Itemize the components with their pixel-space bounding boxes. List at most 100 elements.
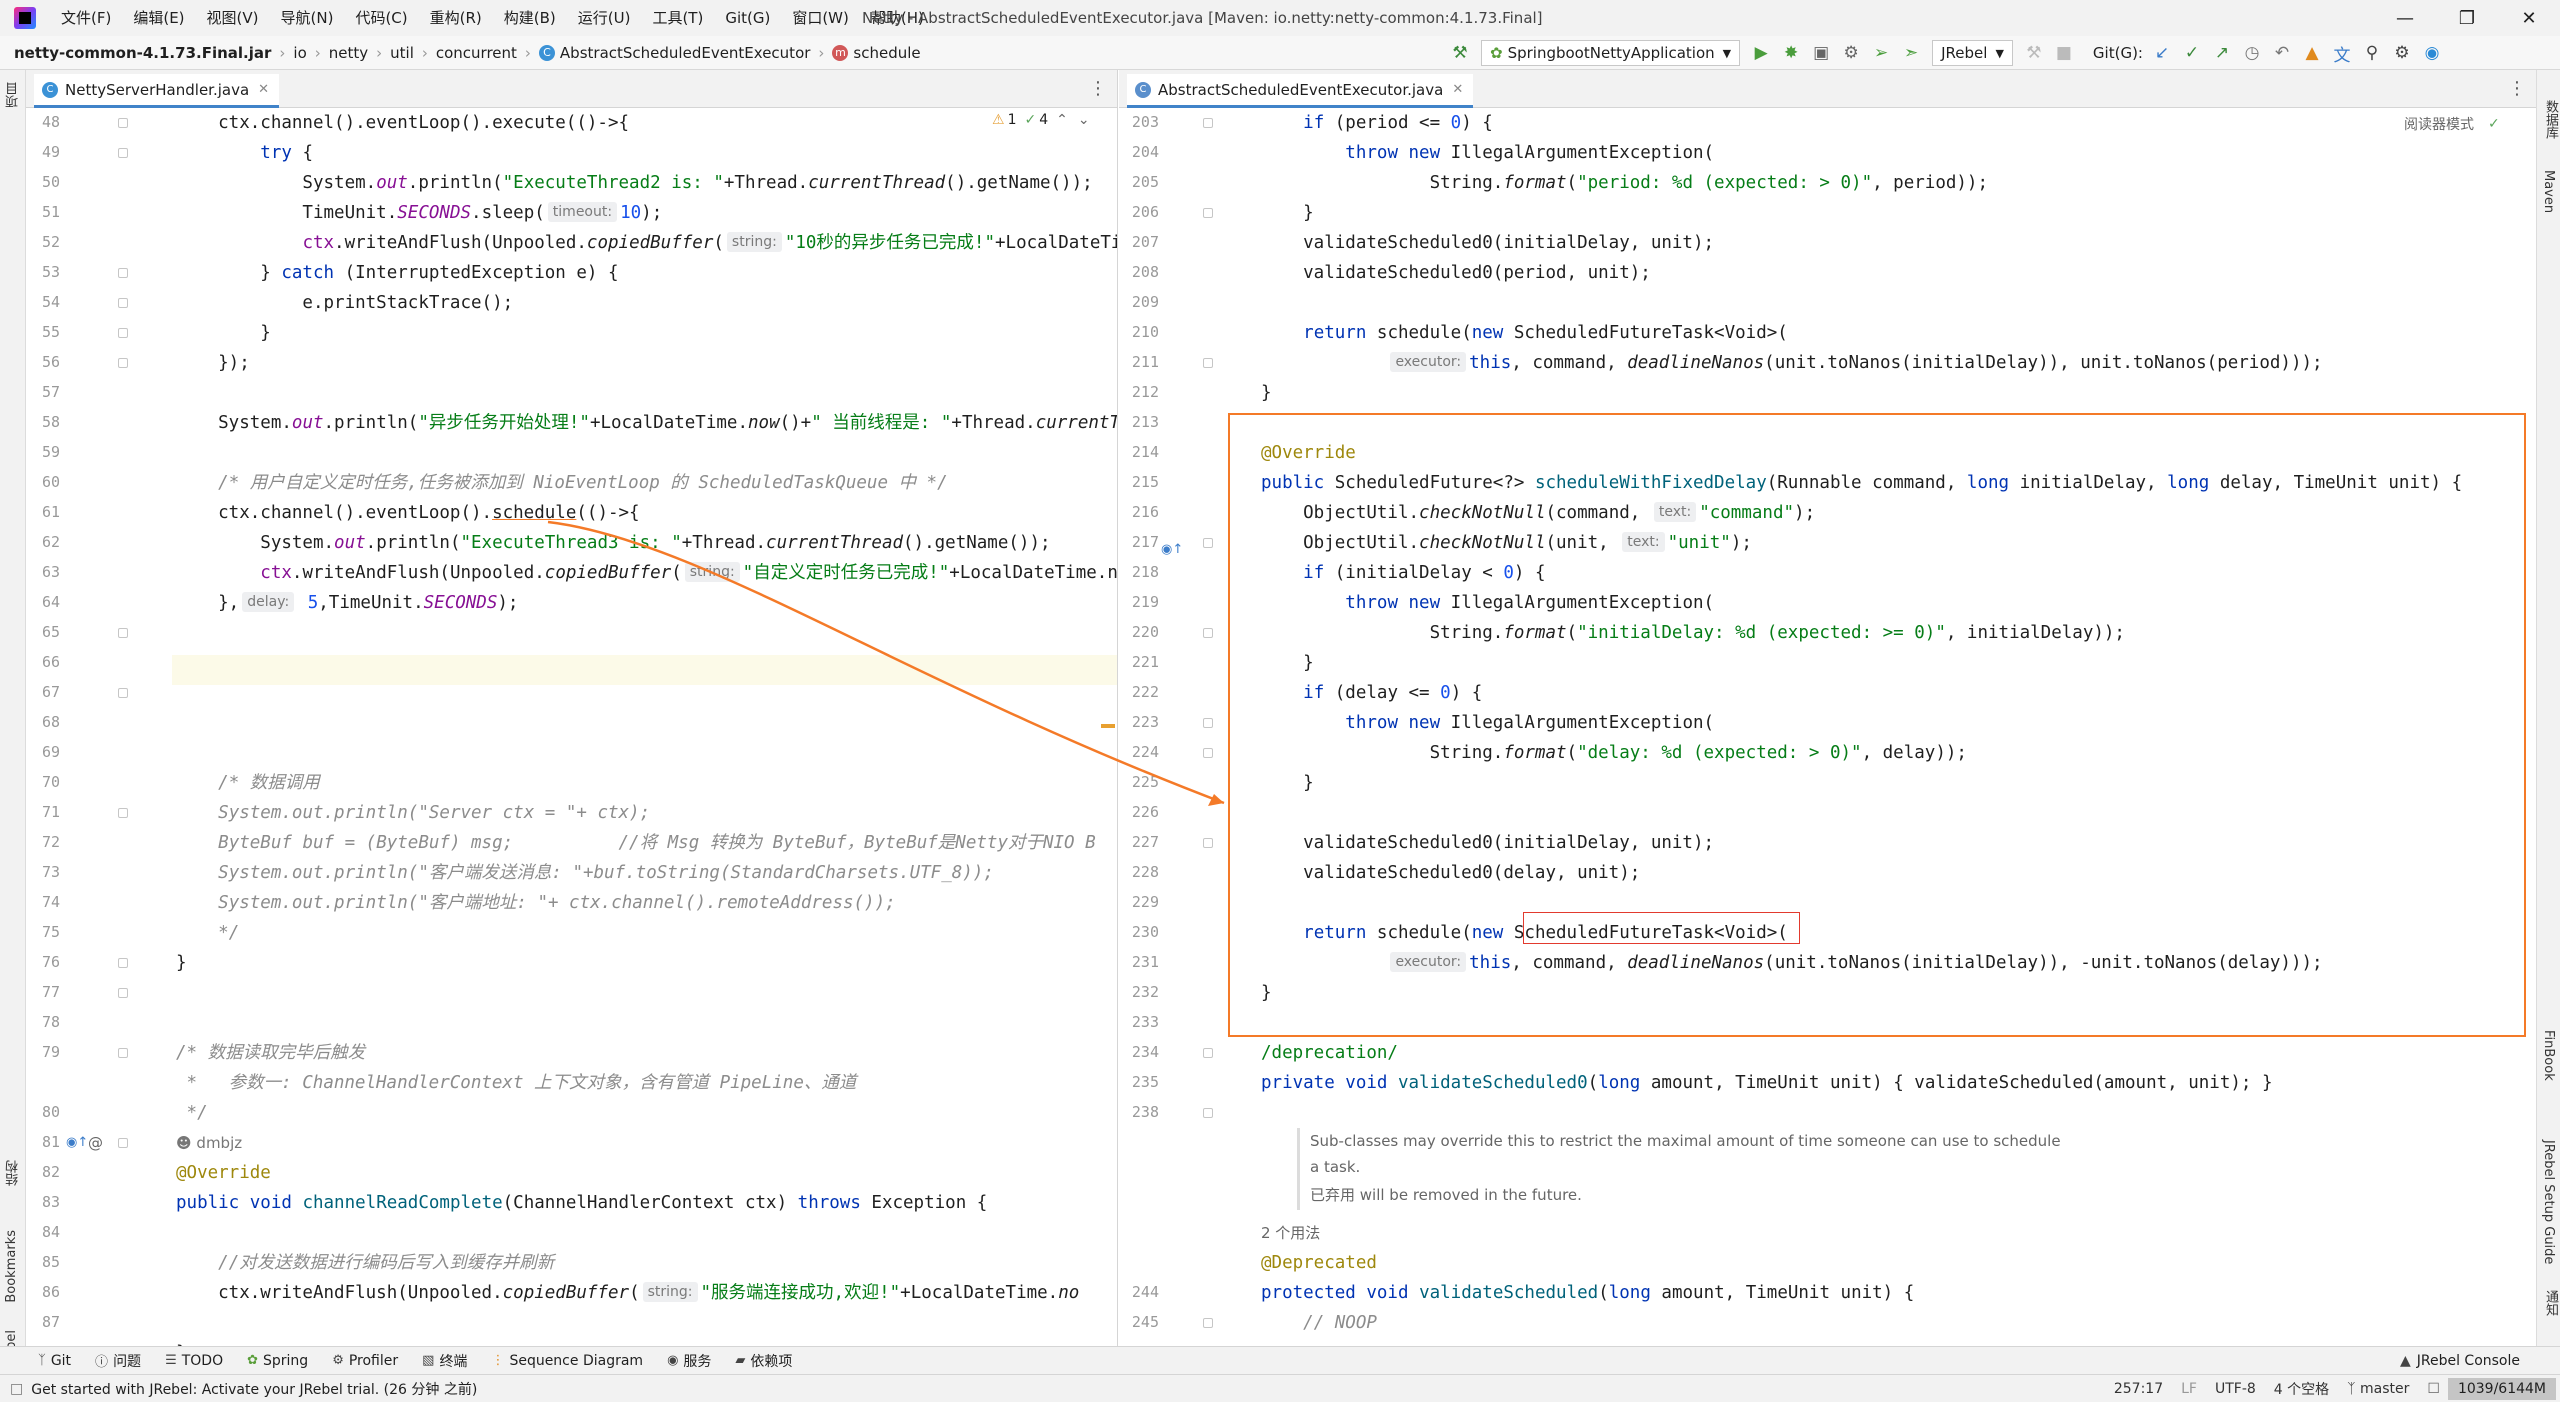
breadcrumb-jar[interactable]: netty-common-4.1.73.Final.jar — [14, 44, 271, 62]
breadcrumb-netty[interactable]: netty — [329, 44, 368, 62]
menu-code[interactable]: 代码(C) — [344, 0, 418, 36]
menu-tools[interactable]: 工具(T) — [641, 0, 714, 36]
fold-marker[interactable] — [118, 358, 128, 368]
left-code-area[interactable]: ctx.channel().eventLoop().execute(()->{ … — [176, 108, 1117, 1346]
run-configuration-select[interactable]: ✿ SpringbootNettyApplication ▼ — [1481, 40, 1741, 66]
tool-profiler[interactable]: ⚙ Profiler — [332, 1353, 398, 1369]
breadcrumb-util[interactable]: util — [390, 44, 414, 62]
fold-marker[interactable] — [1203, 748, 1213, 758]
lock-icon[interactable]: ☐ — [2427, 1381, 2440, 1397]
line-separator[interactable]: LF — [2181, 1381, 2197, 1397]
structure-tool-window[interactable]: 结构 — [4, 1160, 23, 1186]
menu-build[interactable]: 构建(B) — [493, 0, 567, 36]
implements-method-icon[interactable]: ◉↑ — [1161, 542, 1183, 557]
fold-marker[interactable] — [118, 328, 128, 338]
tool-todo[interactable]: ☰ TODO — [165, 1353, 223, 1369]
stop-icon[interactable]: ■ — [2049, 38, 2079, 68]
fold-marker[interactable] — [1203, 118, 1213, 128]
override-method-icon[interactable]: ◉↑ — [66, 1135, 88, 1150]
status-message[interactable]: □ Get started with JRebel: Activate your… — [10, 1379, 477, 1399]
debug-icon[interactable]: ✸ — [1776, 38, 1806, 68]
more-options-icon[interactable]: ⋮ — [1089, 78, 1107, 99]
fold-marker[interactable] — [1203, 538, 1213, 548]
menu-edit[interactable]: 编辑(E) — [122, 0, 195, 36]
fold-marker[interactable] — [118, 298, 128, 308]
breadcrumb-io[interactable]: io — [293, 44, 306, 62]
jrebel-select[interactable]: JRebel ▼ — [1932, 40, 2013, 66]
settings-gear-icon[interactable]: ⚙ — [2387, 38, 2417, 68]
memory-indicator[interactable]: 1039/6144M — [2447, 1378, 2556, 1400]
bookmarks-tool-window[interactable]: Bookmarks — [4, 1230, 19, 1303]
history-icon[interactable]: ◷ — [2237, 38, 2267, 68]
project-tool-window[interactable]: 项目 — [4, 82, 23, 108]
fold-marker[interactable] — [118, 118, 128, 128]
search-icon[interactable]: ⚲ — [2357, 38, 2387, 68]
build-hammer-icon[interactable]: ⚒ — [1445, 38, 1475, 68]
fold-marker[interactable] — [118, 808, 128, 818]
git-update-icon[interactable]: ↙ — [2147, 38, 2177, 68]
expand-icon[interactable]: □ — [10, 1381, 23, 1397]
fold-marker[interactable] — [1203, 208, 1213, 218]
fold-marker[interactable] — [1203, 1108, 1213, 1118]
build-module-icon[interactable]: ⚒ — [2019, 38, 2049, 68]
fold-marker[interactable] — [118, 268, 128, 278]
menu-git[interactable]: Git(G) — [714, 0, 781, 36]
tool-spring[interactable]: ✿ Spring — [247, 1353, 308, 1369]
fold-marker[interactable] — [118, 1138, 128, 1148]
jrebel-run-icon[interactable]: ➢ — [1866, 38, 1896, 68]
tool-terminal[interactable]: ▧ 终端 — [422, 1351, 467, 1371]
fold-marker[interactable] — [118, 988, 128, 998]
rollback-icon[interactable]: ↶ — [2267, 38, 2297, 68]
coverage-icon[interactable]: ▣ — [1806, 38, 1836, 68]
tool-sequence-diagram[interactable]: ⋮ Sequence Diagram — [491, 1353, 643, 1369]
more-options-icon[interactable]: ⋮ — [2508, 78, 2526, 99]
fold-marker[interactable] — [1203, 838, 1213, 848]
fold-marker[interactable] — [118, 688, 128, 698]
menu-view[interactable]: 视图(V) — [196, 0, 270, 36]
tool-problems[interactable]: ⓘ 问题 — [95, 1351, 141, 1371]
jrebel-console[interactable]: ▲ JRebel Console — [2400, 1353, 2520, 1369]
menu-window[interactable]: 窗口(W) — [781, 0, 860, 36]
file-encoding[interactable]: UTF-8 — [2215, 1381, 2256, 1397]
tab-netty-server-handler[interactable]: C NettyServerHandler.java ✕ — [34, 74, 280, 108]
translate-icon[interactable]: 文 — [2327, 38, 2357, 68]
profile-icon[interactable]: ⚙ — [1836, 38, 1866, 68]
git-commit-icon[interactable]: ✓ — [2177, 38, 2207, 68]
caret-position[interactable]: 257:17 — [2114, 1381, 2163, 1397]
jrebel-panel-icon[interactable]: ▲ — [2297, 38, 2327, 68]
plugin-icon[interactable]: ◉ — [2417, 38, 2447, 68]
tool-services[interactable]: ◉ 服务 — [667, 1351, 711, 1371]
indent-setting[interactable]: 4 个空格 — [2274, 1379, 2329, 1399]
git-branch[interactable]: ᛉ master — [2347, 1381, 2409, 1397]
close-tab-icon[interactable]: ✕ — [1452, 82, 1463, 97]
fold-marker[interactable] — [118, 148, 128, 158]
notifications-tool-window[interactable]: 通知 — [2541, 1290, 2560, 1316]
jrebel-debug-icon[interactable]: ➣ — [1896, 38, 1926, 68]
fold-marker[interactable] — [1203, 358, 1213, 368]
close-tab-icon[interactable]: ✕ — [258, 82, 269, 97]
finbook-tool-window[interactable]: FinBook — [2541, 1030, 2556, 1081]
menu-file[interactable]: 文件(F) — [50, 0, 122, 36]
minimize-icon[interactable]: — — [2374, 0, 2436, 36]
menu-navigate[interactable]: 导航(N) — [270, 0, 345, 36]
fold-marker[interactable] — [118, 1048, 128, 1058]
breadcrumb-concurrent[interactable]: concurrent — [436, 44, 517, 62]
git-push-icon[interactable]: ↗ — [2207, 38, 2237, 68]
fold-marker[interactable] — [1203, 718, 1213, 728]
jrebel-setup-guide-tool-window[interactable]: JRebel Setup Guide — [2541, 1140, 2556, 1264]
maven-tool-window[interactable]: Maven — [2541, 170, 2556, 213]
breadcrumb-class[interactable]: AbstractScheduledEventExecutor — [560, 44, 811, 62]
database-tool-window[interactable]: 数据库 — [2541, 100, 2560, 139]
fold-marker[interactable] — [118, 958, 128, 968]
usages-hint[interactable]: 2 个用法 — [1261, 1218, 1320, 1248]
menu-run[interactable]: 运行(U) — [567, 0, 642, 36]
close-icon[interactable]: ✕ — [2498, 0, 2560, 36]
fold-marker[interactable] — [118, 628, 128, 638]
fold-marker[interactable] — [1203, 1318, 1213, 1328]
menu-refactor[interactable]: 重构(R) — [419, 0, 493, 36]
fold-marker[interactable] — [1203, 1048, 1213, 1058]
tool-git[interactable]: ᛉ Git — [38, 1353, 71, 1369]
breadcrumb-method[interactable]: schedule — [853, 44, 920, 62]
tool-dependencies[interactable]: ▰ 依赖项 — [735, 1351, 792, 1371]
tab-abstract-scheduled-event-executor[interactable]: C AbstractScheduledEventExecutor.java ✕ — [1127, 74, 1474, 108]
